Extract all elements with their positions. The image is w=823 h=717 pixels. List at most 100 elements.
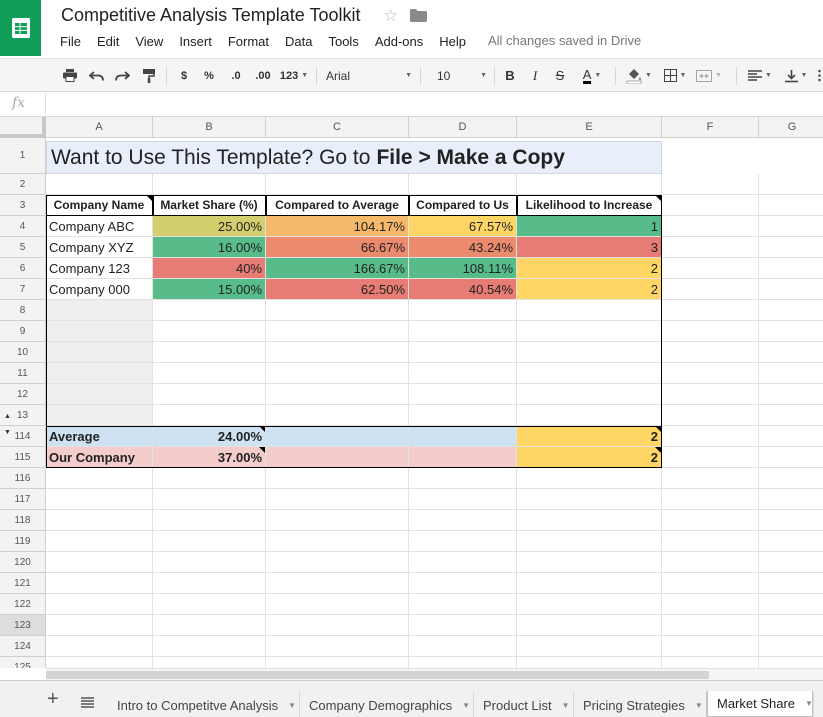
average-label-cell[interactable]: Average [46,426,153,447]
row-header-8[interactable]: 8 [0,300,46,321]
empty-cell[interactable] [759,216,823,237]
chevron-down-icon[interactable]: ▼ [288,701,296,710]
empty-cell[interactable] [46,300,153,321]
all-sheets-icon[interactable] [81,695,94,713]
menu-format[interactable]: Format [220,34,277,49]
our-company-empty-cell[interactable] [266,447,409,468]
compared-to-average-cell[interactable]: 66.67% [266,237,409,258]
market-share-cell[interactable]: 15.00% [153,279,266,300]
company-name-cell[interactable]: Company XYZ [46,237,153,258]
row-header-121[interactable]: 121 [0,573,46,594]
empty-cell[interactable] [46,342,153,363]
empty-cell[interactable] [266,510,409,531]
empty-cell[interactable] [153,489,266,510]
empty-cell[interactable] [266,552,409,573]
bold-button[interactable]: B [501,59,519,92]
italic-button[interactable]: I [526,59,544,92]
company-name-cell[interactable]: Company 123 [46,258,153,279]
empty-cell[interactable] [662,552,759,573]
empty-cell[interactable] [759,489,823,510]
our-company-share-cell[interactable]: 37.00% [153,447,266,468]
menu-data[interactable]: Data [277,34,320,49]
likelihood-cell[interactable]: 2 [517,258,662,279]
menu-view[interactable]: View [127,34,171,49]
row-header-115[interactable]: 115 [0,447,46,468]
empty-cell[interactable] [517,573,662,594]
empty-cell[interactable] [662,258,759,279]
row-header-120[interactable]: 120 [0,552,46,573]
empty-cell[interactable] [46,573,153,594]
average-empty-cell[interactable] [266,426,409,447]
empty-cell[interactable] [517,531,662,552]
empty-cell[interactable] [266,405,409,426]
empty-cell[interactable] [662,279,759,300]
empty-cell[interactable] [266,531,409,552]
column-header-e[interactable]: E [517,117,662,138]
row-header-11[interactable]: 11 [0,363,46,384]
empty-cell[interactable] [266,657,409,668]
empty-cell[interactable] [409,489,517,510]
average-likelihood-cell[interactable]: 2 [517,426,662,447]
empty-cell[interactable] [759,636,823,657]
row-header-6[interactable]: 6 [0,258,46,279]
empty-cell[interactable] [266,636,409,657]
empty-cell[interactable] [759,426,823,447]
empty-cell[interactable] [517,174,662,195]
empty-cell[interactable] [46,510,153,531]
empty-cell[interactable] [662,174,759,195]
average-share-cell[interactable]: 24.00% [153,426,266,447]
row-header-2[interactable]: 2 [0,174,46,195]
column-header-f[interactable]: F [662,117,759,138]
menu-tools[interactable]: Tools [320,34,366,49]
empty-cell[interactable] [46,363,153,384]
empty-cell[interactable] [46,468,153,489]
sheet-tab-intro-to-competitve-analysis[interactable]: Intro to Competitve Analysis ▼ [108,692,300,717]
empty-cell[interactable] [517,615,662,636]
empty-cell[interactable] [662,531,759,552]
row-header-122[interactable]: 122 [0,594,46,615]
expand-rows-down-icon[interactable]: ▼ [4,429,11,436]
row-header-3[interactable]: 3 [0,195,46,216]
increase-decimals-button[interactable]: .00 [251,59,275,92]
horizontal-scrollbar[interactable] [46,668,823,680]
star-icon[interactable]: ☆ [383,6,398,26]
formula-input[interactable] [52,96,812,113]
sheet-tab-company-demographics[interactable]: Company Demographics ▼ [300,692,474,717]
column-title-cell[interactable]: Likelihood to Increase [517,195,662,216]
empty-cell[interactable] [662,615,759,636]
empty-cell[interactable] [409,510,517,531]
empty-cell[interactable] [266,594,409,615]
empty-cell[interactable] [759,573,823,594]
empty-cell[interactable] [153,510,266,531]
compared-to-us-cell[interactable]: 67.57% [409,216,517,237]
row-header-123[interactable]: 123 [0,615,46,636]
add-sheet-icon[interactable]: + [47,689,59,709]
empty-cell[interactable] [759,237,823,258]
fill-color-button[interactable]: ▼ [622,59,656,92]
empty-cell[interactable] [46,657,153,668]
column-header-d[interactable]: D [409,117,517,138]
column-header-a[interactable]: A [46,117,153,138]
our-company-empty-cell[interactable] [409,447,517,468]
empty-cell[interactable] [759,615,823,636]
empty-cell[interactable] [266,342,409,363]
empty-cell[interactable] [759,321,823,342]
row-header-117[interactable]: 117 [0,489,46,510]
menu-addons[interactable]: Add-ons [367,34,431,49]
market-share-cell[interactable]: 16.00% [153,237,266,258]
empty-cell[interactable] [409,384,517,405]
compared-to-average-cell[interactable]: 62.50% [266,279,409,300]
row-header-1[interactable]: 1 [0,138,46,174]
font-family-select[interactable]: Arial ▼ [326,59,412,92]
empty-cell[interactable] [517,300,662,321]
row-header-5[interactable]: 5 [0,237,46,258]
empty-cell[interactable] [517,405,662,426]
empty-cell[interactable] [662,426,759,447]
empty-cell[interactable] [409,300,517,321]
empty-cell[interactable] [409,615,517,636]
chevron-down-icon[interactable]: ▼ [805,699,813,708]
column-title-cell[interactable]: Company Name [46,195,153,216]
row-header-10[interactable]: 10 [0,342,46,363]
likelihood-cell[interactable]: 2 [517,279,662,300]
empty-cell[interactable] [662,342,759,363]
